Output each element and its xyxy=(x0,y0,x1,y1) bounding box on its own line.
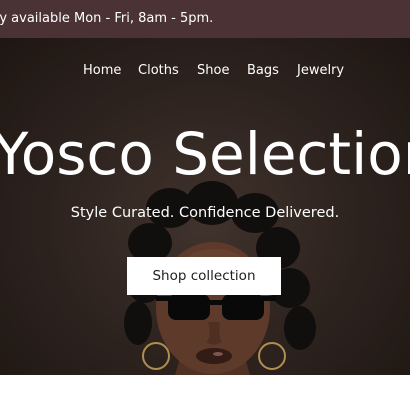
nav-item-bags[interactable]: Bags xyxy=(247,61,279,81)
hero-subtitle: Style Curated. Confidence Delivered. xyxy=(70,205,340,221)
main-navigation: Home Cloths Shoe Bags Jewelry xyxy=(0,61,410,81)
hero-title: Yosco Selection xyxy=(0,120,410,188)
hero-banner: Home Cloths Shoe Bags Jewelry Yosco Sele… xyxy=(0,38,410,375)
shop-collection-button[interactable]: Shop collection xyxy=(127,257,281,295)
announcement-bar: ry available Mon - Fri, 8am - 5pm. xyxy=(0,0,410,38)
nav-item-home[interactable]: Home xyxy=(83,61,121,81)
nav-item-shoe[interactable]: Shoe xyxy=(197,61,229,81)
page-content-area xyxy=(0,375,410,410)
nav-item-jewelry[interactable]: Jewelry xyxy=(297,61,344,81)
nav-item-cloths[interactable]: Cloths xyxy=(138,61,179,81)
announcement-text: ry available Mon - Fri, 8am - 5pm. xyxy=(0,11,214,26)
